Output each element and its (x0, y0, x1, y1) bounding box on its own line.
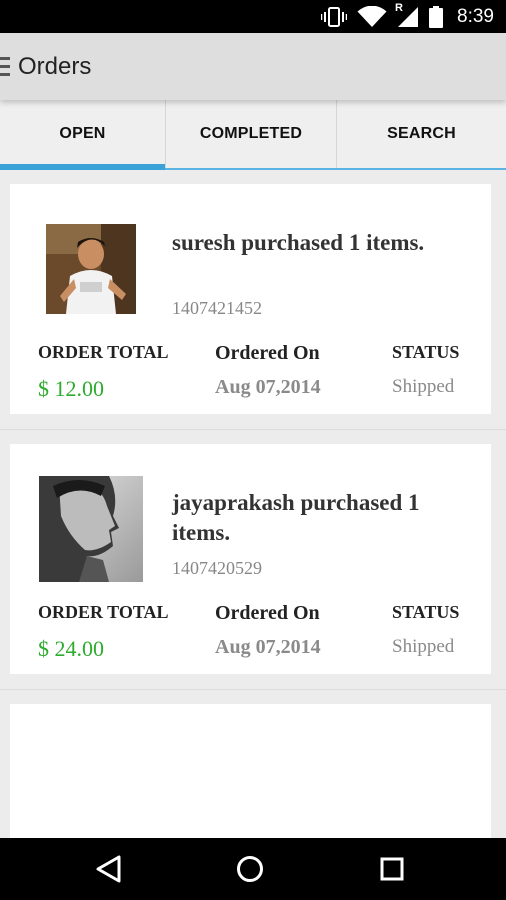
ordered-on-value: Aug 07,2014 (215, 636, 321, 658)
tab-completed[interactable]: COMPLETED (165, 100, 336, 168)
status-value: Shipped (392, 636, 455, 657)
battery-icon (429, 5, 444, 28)
tab-bar: OPEN COMPLETED SEARCH (0, 100, 506, 170)
list-divider (0, 689, 506, 690)
ordered-on-label: Ordered On (215, 342, 320, 364)
order-total-label: ORDER TOTAL (38, 342, 169, 362)
ordered-on-label: Ordered On (215, 602, 320, 624)
roaming-indicator: R (395, 1, 403, 14)
order-card[interactable]: suresh purchased 1 items. 1407421452 ORD… (10, 184, 491, 414)
avatar (39, 476, 143, 582)
status-icons: R 8:39 (321, 0, 494, 33)
vibrate-icon (321, 6, 348, 27)
tab-open[interactable]: OPEN (0, 100, 165, 170)
app-bar: Orders (0, 33, 506, 100)
signal-icon: R (395, 2, 419, 28)
hamburger-menu-icon[interactable] (0, 57, 10, 77)
status-label: STATUS (392, 602, 460, 622)
recent-apps-icon[interactable] (375, 852, 409, 886)
order-id: 1407420529 (172, 558, 262, 578)
navigation-bar (0, 838, 506, 900)
status-value: Shipped (392, 376, 455, 397)
clock: 8:39 (457, 5, 494, 27)
order-headline: jayaprakash purchased 1 items. (172, 490, 420, 545)
avatar (46, 224, 136, 314)
order-total-label: ORDER TOTAL (38, 602, 169, 622)
order-headline: suresh purchased 1 items. (172, 230, 425, 255)
tab-search[interactable]: SEARCH (336, 100, 506, 168)
wifi-icon (357, 5, 387, 28)
status-label: STATUS (392, 342, 460, 362)
order-card[interactable]: jayaprakash purchased 1 items. 140742052… (10, 444, 491, 674)
ordered-on-value: Aug 07,2014 (215, 376, 321, 398)
status-bar: R 8:39 (0, 0, 506, 33)
order-card[interactable] (10, 704, 491, 838)
back-icon[interactable] (93, 852, 127, 886)
order-total-value: $ 12.00 (38, 376, 104, 401)
list-divider (0, 429, 506, 430)
home-icon[interactable] (233, 852, 267, 886)
order-id: 1407421452 (172, 298, 262, 318)
orders-list[interactable]: suresh purchased 1 items. 1407421452 ORD… (0, 170, 506, 838)
page-title: Orders (18, 53, 92, 80)
order-total-value: $ 24.00 (38, 636, 104, 661)
